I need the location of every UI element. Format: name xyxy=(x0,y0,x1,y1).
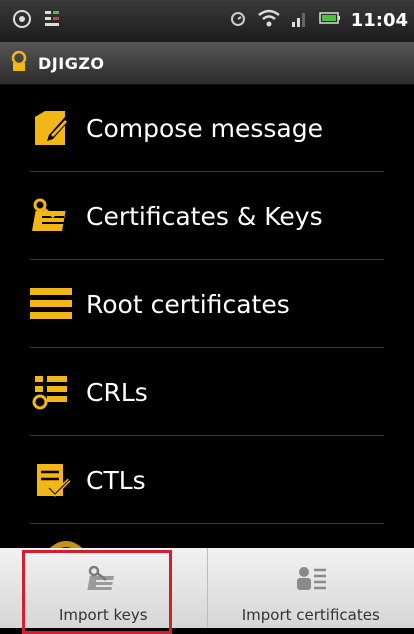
menu-item-label: CRLs xyxy=(86,378,148,407)
menu-item-compose-message[interactable]: Compose message xyxy=(0,84,414,172)
menu-item-ctls[interactable]: CTLs xyxy=(0,436,414,524)
app-title-bar: DJIGZO xyxy=(0,42,414,85)
alarm-icon xyxy=(229,9,247,31)
wifi-icon xyxy=(257,8,281,32)
status-bar: 11:04 xyxy=(0,0,414,42)
menu-item-label: Compose message xyxy=(86,114,323,143)
signal-icon xyxy=(291,8,309,32)
menu-item-root-certificates[interactable]: Root certificates xyxy=(0,260,414,348)
import-certificates-icon xyxy=(294,564,328,598)
menu-item-label: Root certificates xyxy=(86,290,290,319)
sync-icon xyxy=(12,9,32,33)
menu-item-label: CTLs xyxy=(86,466,146,495)
import-certificates-button[interactable]: Import certificates xyxy=(208,548,414,628)
menu-item-certificates-keys[interactable]: Certificates & Keys xyxy=(0,172,414,260)
compose-icon xyxy=(22,105,80,151)
crls-icon xyxy=(22,369,80,415)
highlight-box xyxy=(22,550,172,634)
main-menu-list: Compose message Certificates & Keys Root… xyxy=(0,84,414,524)
app-title: DJIGZO xyxy=(38,54,105,73)
battery-icon xyxy=(319,10,341,30)
certificates-keys-icon xyxy=(22,193,80,239)
ctls-icon xyxy=(22,457,80,503)
import-certificates-label: Import certificates xyxy=(242,606,380,624)
status-time: 11:04 xyxy=(351,10,408,31)
menu-item-crls[interactable]: CRLs xyxy=(0,348,414,436)
notification-icon xyxy=(44,9,60,33)
root-certificates-icon xyxy=(22,281,80,327)
djigzo-app-icon xyxy=(10,50,28,76)
menu-item-label: Certificates & Keys xyxy=(86,202,323,231)
